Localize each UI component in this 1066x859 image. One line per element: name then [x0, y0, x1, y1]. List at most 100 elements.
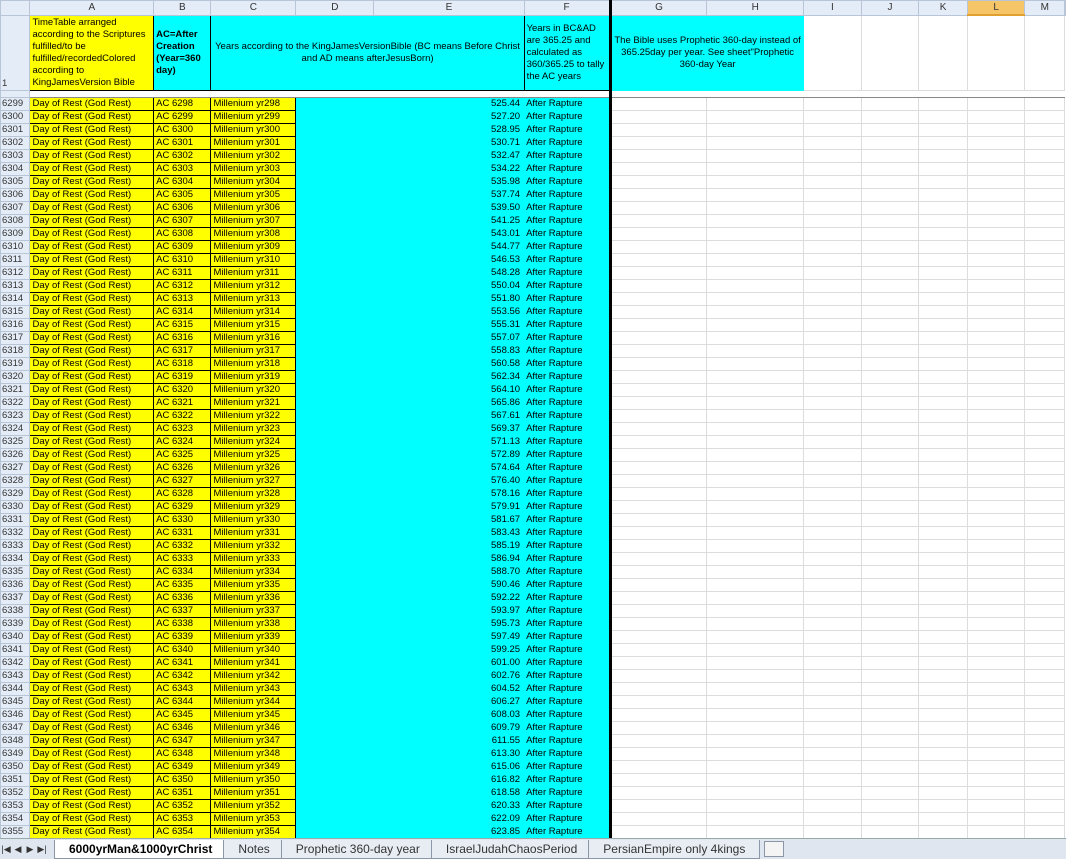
cell-a[interactable]: Day of Rest (God Rest)	[29, 422, 155, 436]
cell-b[interactable]: AC 6351	[153, 786, 212, 800]
cell[interactable]	[706, 370, 805, 384]
cell-c[interactable]: Millenium yr333	[210, 552, 297, 566]
cell-b[interactable]: AC 6313	[153, 292, 212, 306]
cell-a[interactable]: Day of Rest (God Rest)	[29, 591, 155, 605]
cell[interactable]	[610, 578, 708, 592]
cell[interactable]	[803, 188, 862, 202]
cell-a[interactable]: Day of Rest (God Rest)	[29, 669, 155, 683]
cell-e[interactable]: 571.13	[373, 435, 525, 449]
cell[interactable]	[1024, 500, 1065, 514]
cell-c[interactable]: Millenium yr311	[210, 266, 297, 280]
cell[interactable]	[803, 773, 862, 787]
cell-e[interactable]: 602.76	[373, 669, 525, 683]
cell[interactable]	[918, 812, 968, 826]
cell[interactable]	[803, 721, 862, 735]
cell-e[interactable]: 550.04	[373, 279, 525, 293]
cell[interactable]	[918, 539, 968, 553]
cell[interactable]	[1024, 15, 1065, 91]
cell-c[interactable]: Millenium yr326	[210, 461, 297, 475]
row-header[interactable]: 6331	[0, 513, 31, 527]
cell[interactable]	[803, 760, 862, 774]
cell[interactable]	[1024, 409, 1065, 423]
cell-c[interactable]: Millenium yr307	[210, 214, 297, 228]
cell-f[interactable]: After Rapture	[524, 500, 612, 514]
cell[interactable]	[803, 734, 862, 748]
cell-b[interactable]: AC 6319	[153, 370, 212, 384]
cell[interactable]	[967, 773, 1026, 787]
cell-d[interactable]	[295, 370, 374, 384]
cell-c[interactable]: Millenium yr325	[210, 448, 297, 462]
cell-c[interactable]: Millenium yr300	[210, 123, 297, 137]
cell[interactable]	[803, 604, 862, 618]
row-header[interactable]: 6330	[0, 500, 31, 514]
row-header[interactable]: 6312	[0, 266, 31, 280]
cell[interactable]	[1024, 825, 1065, 838]
cell-c[interactable]: Millenium yr338	[210, 617, 297, 631]
cell-d[interactable]	[295, 344, 374, 358]
cell-f[interactable]: After Rapture	[524, 279, 612, 293]
cell[interactable]	[861, 799, 920, 813]
cell[interactable]	[706, 760, 805, 774]
cell[interactable]	[967, 97, 1026, 111]
cell-c[interactable]: Millenium yr298	[210, 97, 297, 111]
cell[interactable]	[706, 617, 805, 631]
cell[interactable]	[610, 149, 708, 163]
cell-b[interactable]: AC 6301	[153, 136, 212, 150]
cell[interactable]	[861, 370, 920, 384]
cell-b[interactable]: AC 6310	[153, 253, 212, 267]
row-header[interactable]: 6324	[0, 422, 31, 436]
cell[interactable]	[861, 617, 920, 631]
cell[interactable]	[706, 97, 805, 111]
cell-b[interactable]: AC 6322	[153, 409, 212, 423]
cell-d[interactable]	[295, 435, 374, 449]
cell[interactable]	[967, 656, 1026, 670]
cell-a[interactable]: Day of Rest (God Rest)	[29, 708, 155, 722]
cell-b[interactable]: AC 6320	[153, 383, 212, 397]
column-header-c[interactable]: C	[210, 0, 297, 16]
cell[interactable]	[918, 747, 968, 761]
cell-a[interactable]: Day of Rest (God Rest)	[29, 578, 155, 592]
cell[interactable]	[610, 786, 708, 800]
cell-f[interactable]: After Rapture	[524, 409, 612, 423]
cell-a[interactable]: Day of Rest (God Rest)	[29, 734, 155, 748]
cell-f[interactable]: After Rapture	[524, 812, 612, 826]
cell-c[interactable]: Millenium yr336	[210, 591, 297, 605]
cell-d[interactable]	[295, 227, 374, 241]
cell-a[interactable]: Day of Rest (God Rest)	[29, 786, 155, 800]
cell-b[interactable]: AC 6314	[153, 305, 212, 319]
cell[interactable]	[861, 591, 920, 605]
cell-c[interactable]: Millenium yr348	[210, 747, 297, 761]
cell-c[interactable]: Millenium yr334	[210, 565, 297, 579]
cell[interactable]	[1024, 552, 1065, 566]
cell-f[interactable]: After Rapture	[524, 721, 612, 735]
row-header[interactable]: 6352	[0, 786, 31, 800]
cell-f[interactable]: After Rapture	[524, 474, 612, 488]
cell-e[interactable]: 618.58	[373, 786, 525, 800]
cell[interactable]	[1024, 162, 1065, 176]
cell[interactable]	[967, 734, 1026, 748]
cell-c[interactable]: Millenium yr304	[210, 175, 297, 189]
cell[interactable]	[967, 825, 1026, 838]
cell[interactable]	[861, 383, 920, 397]
cell[interactable]	[706, 253, 805, 267]
cell[interactable]	[706, 591, 805, 605]
cell-d[interactable]	[295, 474, 374, 488]
cell[interactable]	[967, 435, 1026, 449]
cell-b[interactable]: AC 6328	[153, 487, 212, 501]
cell[interactable]	[706, 331, 805, 345]
cell-e[interactable]: 623.85	[373, 825, 525, 838]
cell-c[interactable]: Millenium yr347	[210, 734, 297, 748]
cell[interactable]	[861, 773, 920, 787]
cell[interactable]	[1024, 318, 1065, 332]
cell[interactable]	[706, 708, 805, 722]
column-header-d[interactable]: D	[295, 0, 375, 16]
cell-f[interactable]: After Rapture	[524, 669, 612, 683]
cell[interactable]	[803, 812, 862, 826]
cell[interactable]	[1024, 331, 1065, 345]
cell[interactable]	[706, 201, 805, 215]
row-header[interactable]: 6335	[0, 565, 31, 579]
cell-d[interactable]	[295, 383, 374, 397]
cell[interactable]	[967, 318, 1026, 332]
sheet-tab[interactable]: Prophetic 360-day year	[280, 839, 435, 859]
cell-f[interactable]: After Rapture	[524, 539, 612, 553]
